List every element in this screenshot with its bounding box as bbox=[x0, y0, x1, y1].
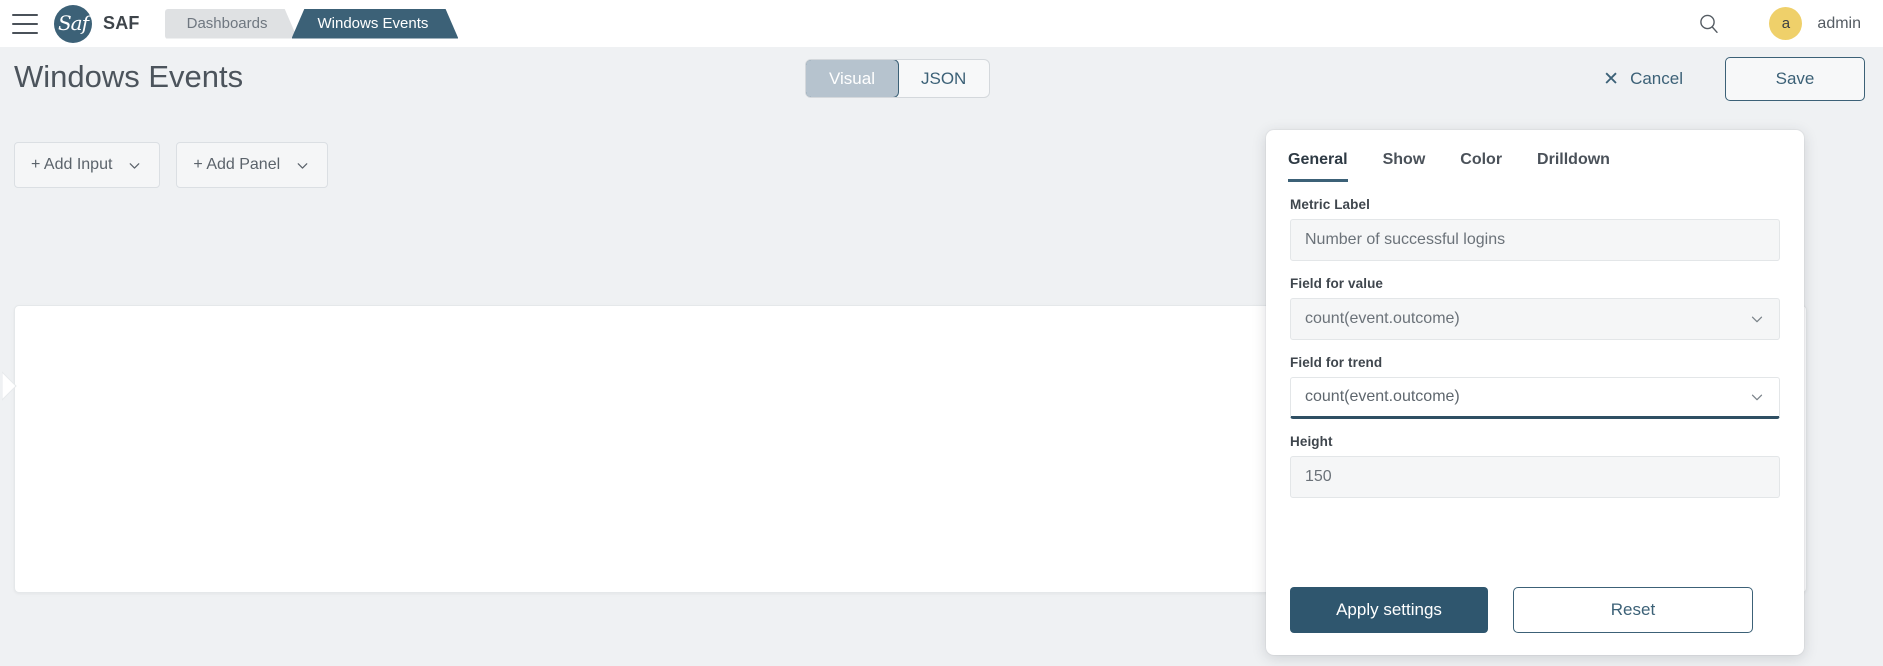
height-label: Height bbox=[1290, 434, 1333, 449]
height-input[interactable]: 150 bbox=[1290, 456, 1780, 498]
tab-drilldown-label: Drilldown bbox=[1537, 151, 1610, 168]
add-panel-button[interactable]: + Add Panel bbox=[176, 142, 329, 188]
header-actions: ✕ Cancel Save bbox=[1603, 57, 1865, 101]
chevron-down-icon bbox=[294, 157, 311, 174]
field-for-trend-value: count(event.outcome) bbox=[1305, 388, 1460, 405]
reset-label: Reset bbox=[1610, 600, 1656, 619]
top-navigation-bar: Saf SAF Dashboards Windows Events a admi… bbox=[0, 0, 1883, 47]
reset-button[interactable]: Reset bbox=[1513, 587, 1753, 633]
metric-label-input[interactable]: Number of successful logins bbox=[1290, 219, 1780, 261]
brand-name-label: SAF bbox=[103, 13, 140, 33]
nav-right-group: a admin bbox=[1697, 7, 1861, 40]
tab-visual[interactable]: Visual bbox=[806, 60, 898, 97]
cancel-label: Cancel bbox=[1630, 69, 1683, 88]
tab-show-label: Show bbox=[1382, 151, 1426, 168]
tab-color[interactable]: Color bbox=[1460, 147, 1502, 182]
dashboard-toolbar: + Add Input + Add Panel bbox=[14, 142, 344, 188]
chevron-down-icon bbox=[1748, 310, 1766, 328]
add-panel-label: + Add Panel bbox=[193, 156, 281, 173]
chevron-right-icon[interactable] bbox=[1, 366, 24, 406]
save-button[interactable]: Save bbox=[1725, 57, 1865, 101]
logo-glyph: Saf bbox=[57, 10, 89, 35]
save-label: Save bbox=[1775, 69, 1815, 88]
saf-logo-icon: Saf bbox=[54, 4, 92, 43]
apply-settings-label: Apply settings bbox=[1336, 600, 1442, 619]
tab-color-label: Color bbox=[1460, 151, 1503, 168]
breadcrumb-item-dashboards[interactable]: Dashboards bbox=[165, 9, 298, 39]
avatar-initial: a bbox=[1781, 15, 1791, 32]
hamburger-menu-icon[interactable] bbox=[12, 13, 38, 34]
view-mode-toggle: Visual JSON bbox=[806, 60, 990, 97]
breadcrumb: Dashboards Windows Events bbox=[165, 9, 459, 39]
panel-settings-popover: General Show Color Drilldown Metric Labe… bbox=[1266, 130, 1804, 655]
add-input-label: + Add Input bbox=[31, 156, 113, 173]
breadcrumb-label: Windows Events bbox=[317, 15, 429, 32]
brand-logo[interactable]: Saf SAF bbox=[54, 4, 140, 43]
search-icon[interactable] bbox=[1697, 12, 1721, 36]
page-header: Windows Events Visual JSON ✕ Cancel Save bbox=[0, 47, 1883, 119]
field-group-metric-label: Metric Label Number of successful logins bbox=[1290, 197, 1780, 261]
tab-drilldown[interactable]: Drilldown bbox=[1537, 147, 1610, 182]
field-for-trend-label: Field for trend bbox=[1290, 355, 1383, 370]
close-icon: ✕ bbox=[1603, 68, 1620, 90]
avatar[interactable]: a bbox=[1769, 7, 1803, 40]
breadcrumb-label: Dashboards bbox=[186, 15, 268, 32]
field-group-field-for-trend: Field for trend count(event.outcome) bbox=[1290, 355, 1780, 419]
cancel-button[interactable]: ✕ Cancel bbox=[1603, 69, 1683, 89]
chevron-down-icon bbox=[126, 157, 143, 174]
field-for-trend-select[interactable]: count(event.outcome) bbox=[1290, 377, 1780, 419]
tab-show[interactable]: Show bbox=[1383, 147, 1426, 182]
tab-json-label: JSON bbox=[921, 69, 967, 88]
apply-settings-button[interactable]: Apply settings bbox=[1290, 587, 1488, 633]
breadcrumb-item-windows-events[interactable]: Windows Events bbox=[292, 9, 459, 39]
height-value: 150 bbox=[1305, 468, 1332, 485]
username-label[interactable]: admin bbox=[1817, 15, 1861, 33]
chevron-down-icon bbox=[1748, 388, 1766, 406]
field-for-value-value: count(event.outcome) bbox=[1305, 310, 1460, 327]
settings-footer: Apply settings Reset bbox=[1290, 587, 1780, 633]
tab-general[interactable]: General bbox=[1288, 147, 1348, 182]
field-group-height: Height 150 bbox=[1290, 434, 1780, 498]
field-for-value-select[interactable]: count(event.outcome) bbox=[1290, 298, 1780, 340]
add-input-button[interactable]: + Add Input bbox=[14, 142, 161, 188]
tab-json[interactable]: JSON bbox=[898, 60, 989, 97]
metric-label-value: Number of successful logins bbox=[1305, 231, 1506, 248]
page-title: Windows Events bbox=[14, 59, 244, 94]
tab-general-label: General bbox=[1288, 151, 1348, 168]
field-for-value-label: Field for value bbox=[1290, 276, 1384, 291]
metric-label-label: Metric Label bbox=[1290, 197, 1370, 212]
field-group-field-for-value: Field for value count(event.outcome) bbox=[1290, 276, 1780, 340]
tab-visual-label: Visual bbox=[829, 69, 875, 88]
settings-tab-bar: General Show Color Drilldown bbox=[1288, 130, 1782, 182]
